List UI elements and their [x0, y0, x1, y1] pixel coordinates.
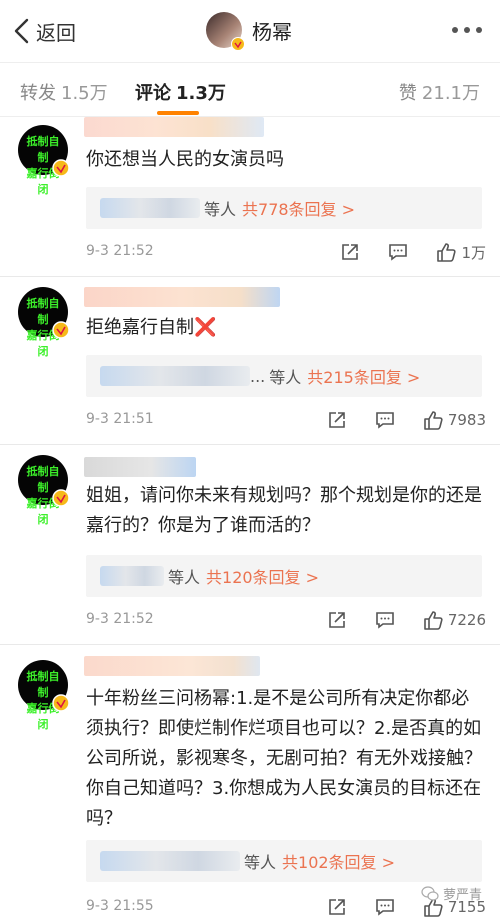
- comment-actions: 7226: [300, 609, 486, 631]
- tab-comment[interactable]: 评论 1.3万: [135, 79, 226, 105]
- comment-item: 抵制自制 嘉行倒闭 拒绝嘉行自制❌ ... 等人 共215条回复 > 9-3 21…: [0, 285, 500, 445]
- reply-count-link[interactable]: 共120条回复 >: [206, 564, 319, 588]
- comment-text: 拒绝嘉行自制❌: [86, 317, 217, 338]
- reply-count-link[interactable]: 共102条回复 >: [282, 849, 395, 873]
- reply-usernames-blurred: [100, 366, 250, 386]
- reply-usernames-blurred: [100, 851, 240, 871]
- reply-usernames-blurred: [100, 198, 200, 218]
- verified-badge-icon: [52, 321, 70, 339]
- watermark-text: 萝严青: [442, 888, 482, 903]
- tab-bar: 转发 1.5万 评论 1.3万 赞 21.1万: [0, 62, 500, 117]
- reply-button[interactable]: [387, 241, 409, 263]
- comment-icon: [376, 899, 394, 916]
- username-blurred[interactable]: [84, 287, 280, 307]
- reply-suffix: 等人: [269, 368, 302, 387]
- username-blurred[interactable]: [84, 457, 196, 477]
- reply-summary[interactable]: 等人 共120条回复 >: [86, 555, 482, 597]
- page-title: 杨幂: [252, 19, 292, 44]
- comment-text: 姐姐，请问你未来有规划吗？那个规划是你的还是嘉行的？你是为了谁而活的？: [86, 485, 482, 536]
- reply-button[interactable]: [374, 409, 396, 431]
- share-button[interactable]: [326, 896, 348, 917]
- reply-summary[interactable]: ... 等人 共215条回复 >: [86, 355, 482, 397]
- verified-badge-icon: [52, 489, 70, 507]
- timestamp: 9-3 21:51: [86, 411, 154, 427]
- chevron-left-icon: [14, 18, 29, 44]
- tab-repost[interactable]: 转发 1.5万: [20, 79, 108, 105]
- reply-suffix: 等人: [244, 853, 277, 872]
- comment-actions: 1万: [313, 241, 486, 263]
- share-icon: [329, 412, 345, 428]
- tab-count: 1.3万: [176, 83, 226, 104]
- avatar[interactable]: 抵制自制 嘉行倒闭: [18, 125, 70, 196]
- wechat-icon: [421, 885, 439, 901]
- comment-actions: 7983: [300, 409, 486, 431]
- tab-label: 赞: [398, 83, 417, 104]
- reply-button[interactable]: [374, 609, 396, 631]
- comment-text: 十年粉丝三问杨幂:1.是不是公司所有决定你都必须执行？即使烂制作烂项目也可以？2…: [86, 688, 482, 829]
- comment-meta: 9-3 21:52 1万: [86, 241, 486, 263]
- back-button[interactable]: 返回: [12, 14, 76, 48]
- reply-suffix: 等人: [168, 568, 201, 587]
- like-count: 1万: [461, 243, 486, 262]
- comment-icon: [389, 244, 408, 261]
- timestamp: 9-3 21:52: [86, 243, 154, 259]
- reply-count-link[interactable]: 共215条回复 >: [307, 364, 420, 388]
- tab-count: 21.1万: [421, 83, 480, 104]
- comment-meta: 9-3 21:52 7226: [86, 609, 486, 631]
- thumbs-up-icon: [424, 411, 443, 430]
- like-button[interactable]: 1万: [435, 241, 486, 263]
- avatar[interactable]: 抵制自制 嘉行倒闭: [18, 660, 70, 731]
- comment-item: 抵制自制 嘉行倒闭 你还想当人民的女演员吗 等人 共778条回复 > 9-3 21…: [0, 117, 500, 277]
- username-blurred[interactable]: [84, 656, 260, 676]
- comment-item: 抵制自制 嘉行倒闭 十年粉丝三问杨幂:1.是不是公司所有决定你都必须执行？即使烂制…: [0, 652, 500, 917]
- share-icon: [342, 244, 359, 260]
- watermark: 萝严青: [421, 884, 482, 903]
- reply-count-link[interactable]: 共778条回复 >: [242, 196, 355, 220]
- like-button[interactable]: 7983: [422, 409, 486, 431]
- verified-badge-icon: [231, 37, 245, 51]
- reply-button[interactable]: [374, 896, 396, 917]
- reply-summary[interactable]: 等人 共778条回复 >: [86, 187, 482, 229]
- share-button[interactable]: [326, 609, 348, 631]
- more-icon[interactable]: [452, 20, 486, 40]
- avatar[interactable]: [206, 12, 245, 51]
- like-button[interactable]: 7226: [422, 609, 486, 631]
- share-button[interactable]: [326, 409, 348, 431]
- profile-header[interactable]: 杨幂: [206, 12, 292, 51]
- comment-meta: 9-3 21:51 7983: [86, 409, 486, 431]
- timestamp: 9-3 21:52: [86, 611, 154, 627]
- comment-icon: [376, 612, 394, 629]
- comment-item: 抵制自制 嘉行倒闭 姐姐，请问你未来有规划吗？那个规划是你的还是嘉行的？你是为了谁…: [0, 453, 500, 645]
- reply-prefix: ...: [250, 366, 266, 386]
- username-blurred[interactable]: [84, 117, 264, 137]
- tab-label: 评论: [135, 83, 171, 104]
- like-count: 7983: [447, 411, 486, 429]
- verified-badge-icon: [52, 159, 70, 177]
- tab-count: 1.5万: [61, 83, 108, 104]
- comment-icon: [376, 412, 394, 429]
- verified-badge-icon: [52, 694, 70, 712]
- tab-label: 转发: [20, 83, 56, 104]
- thumbs-up-icon: [424, 611, 443, 630]
- top-bar: 返回 杨幂: [0, 0, 500, 62]
- share-icon: [329, 612, 345, 628]
- avatar[interactable]: 抵制自制 嘉行倒闭: [18, 455, 70, 526]
- share-button[interactable]: [339, 241, 361, 263]
- share-icon: [329, 899, 345, 915]
- reply-summary[interactable]: 等人 共102条回复 >: [86, 840, 482, 882]
- active-tab-indicator: [157, 111, 199, 115]
- reply-suffix: 等人: [204, 200, 237, 219]
- comment-text: 你还想当人民的女演员吗: [86, 149, 284, 170]
- reply-usernames-blurred: [100, 566, 164, 586]
- back-label: 返回: [36, 20, 76, 45]
- tab-like[interactable]: 赞 21.1万: [399, 79, 480, 105]
- timestamp: 9-3 21:55: [86, 898, 154, 914]
- like-count: 7226: [447, 611, 486, 629]
- avatar[interactable]: 抵制自制 嘉行倒闭: [18, 287, 70, 358]
- thumbs-up-icon: [437, 243, 457, 262]
